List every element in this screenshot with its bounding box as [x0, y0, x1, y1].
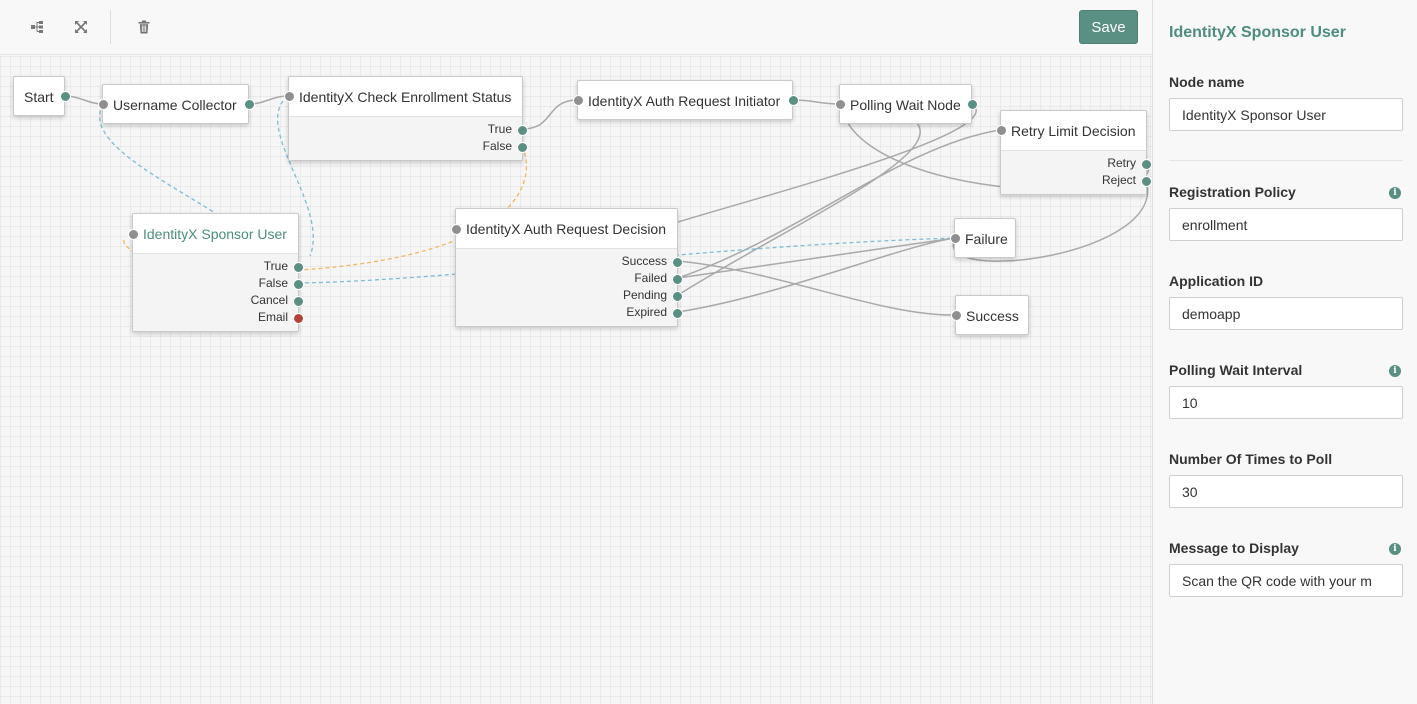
registration-policy-input[interactable] — [1169, 208, 1403, 241]
node-properties-panel: IdentityX Sponsor User Node name Registr… — [1152, 0, 1417, 704]
node-name-field: Node name — [1169, 74, 1403, 131]
toolbar: Save — [0, 0, 1152, 55]
output-port-false[interactable] — [517, 142, 528, 153]
tree-canvas[interactable]: Start Username Collector IdentityX Check… — [0, 56, 1152, 704]
outcome-label: Retry — [1107, 156, 1136, 170]
node-title: IdentityX Auth Request Initiator — [588, 93, 781, 109]
output-port-success[interactable] — [672, 257, 683, 268]
node-start[interactable]: Start — [13, 76, 71, 116]
outcome-label: False — [258, 276, 288, 290]
registration-policy-field: Registration Policy i — [1169, 184, 1403, 241]
wire-expired-failure — [677, 237, 956, 313]
output-port-false[interactable] — [293, 279, 304, 290]
outcome-label: Expired — [626, 305, 667, 319]
panel-title: IdentityX Sponsor User — [1169, 24, 1346, 41]
output-port-reject[interactable] — [1141, 176, 1152, 187]
node-title: IdentityX Check Enrollment Status — [289, 77, 522, 117]
field-label: Polling Wait Interval — [1169, 362, 1303, 378]
node-auth-request-initiator[interactable]: IdentityX Auth Request Initiator — [573, 80, 799, 120]
field-label: Application ID — [1169, 273, 1264, 289]
expand-arrows-icon — [75, 21, 87, 33]
node-title: Username Collector — [113, 97, 237, 113]
outcome-label: Pending — [622, 288, 667, 302]
panel-divider — [1169, 160, 1403, 161]
delete-button[interactable] — [128, 12, 160, 42]
application-id-input[interactable] — [1169, 297, 1403, 330]
outcome-label: True — [487, 122, 512, 136]
output-port[interactable] — [244, 99, 255, 110]
outcome-label: Cancel — [250, 293, 288, 307]
polling-wait-interval-input[interactable] — [1169, 386, 1403, 419]
outcome-label: Email — [257, 310, 288, 324]
outcome-label: Failed — [634, 271, 667, 285]
output-port-expired[interactable] — [672, 308, 683, 319]
number-of-times-field: Number Of Times to Poll — [1169, 451, 1403, 508]
number-of-times-input[interactable] — [1169, 475, 1403, 508]
output-port-pending[interactable] — [672, 291, 683, 302]
output-port-email[interactable] — [293, 313, 304, 324]
node-success[interactable]: Success — [951, 295, 1029, 335]
connection-wires — [64, 95, 1150, 316]
outcome-label: False — [482, 139, 512, 153]
application-id-field: Application ID — [1169, 273, 1403, 330]
message-to-display-input[interactable] — [1169, 564, 1403, 597]
field-label: Registration Policy — [1169, 184, 1296, 200]
node-check-enrollment-status[interactable]: IdentityX Check Enrollment Status True F… — [284, 76, 528, 161]
output-port-true[interactable] — [293, 262, 304, 273]
field-label: Number Of Times to Poll — [1169, 451, 1333, 467]
output-port[interactable] — [60, 91, 71, 102]
wire-initiator-polling — [792, 99, 841, 105]
tree-layout-icon — [31, 21, 43, 33]
node-title: Retry Limit Decision — [1001, 111, 1146, 151]
node-title: IdentityX Sponsor User — [133, 214, 298, 254]
node-name-input[interactable] — [1169, 98, 1403, 131]
info-icon[interactable]: i — [1389, 543, 1401, 555]
trash-icon — [138, 20, 150, 34]
wire-pending-polling — [677, 103, 921, 296]
wire-check-true-initiator — [521, 99, 579, 130]
wire-success-success — [677, 260, 956, 316]
node-title: Failure — [965, 231, 1008, 247]
output-port-retry[interactable] — [1141, 159, 1152, 170]
outcome-label: True — [263, 259, 288, 273]
polling-wait-interval-field: Polling Wait Interval i — [1169, 362, 1403, 419]
node-sponsor-user[interactable]: IdentityX Sponsor User True False Cancel… — [128, 213, 304, 332]
tree-layout-button[interactable] — [21, 12, 53, 42]
message-to-display-field: Message to Display i — [1169, 540, 1403, 597]
wire-failed-failure — [677, 237, 956, 279]
outcome-label: Success — [621, 254, 667, 268]
info-icon[interactable]: i — [1389, 365, 1401, 377]
wire-failed-retry — [677, 129, 1001, 279]
info-icon[interactable]: i — [1389, 187, 1401, 199]
field-label: Message to Display — [1169, 540, 1299, 556]
node-auth-request-decision[interactable]: IdentityX Auth Request Decision Success … — [451, 208, 683, 327]
output-port[interactable] — [788, 95, 799, 106]
toolbar-divider — [110, 10, 111, 44]
field-label: Node name — [1169, 74, 1245, 90]
output-port-failed[interactable] — [672, 274, 683, 285]
node-title: Polling Wait Node — [850, 97, 961, 113]
node-title: Success — [966, 308, 1019, 324]
node-title: Start — [24, 89, 54, 105]
output-port-true[interactable] — [517, 125, 528, 136]
node-username-collector[interactable]: Username Collector — [98, 84, 255, 124]
output-port-cancel[interactable] — [293, 296, 304, 307]
save-button[interactable]: Save — [1079, 10, 1138, 44]
node-polling-wait[interactable]: Polling Wait Node — [835, 84, 978, 124]
outcome-label: Reject — [1101, 173, 1136, 187]
node-failure[interactable]: Failure — [950, 218, 1016, 258]
fullscreen-button[interactable] — [65, 12, 97, 42]
node-retry-limit-decision[interactable]: Retry Limit Decision Retry Reject — [996, 110, 1152, 195]
node-title: IdentityX Auth Request Decision — [456, 209, 677, 249]
output-port[interactable] — [967, 99, 978, 110]
